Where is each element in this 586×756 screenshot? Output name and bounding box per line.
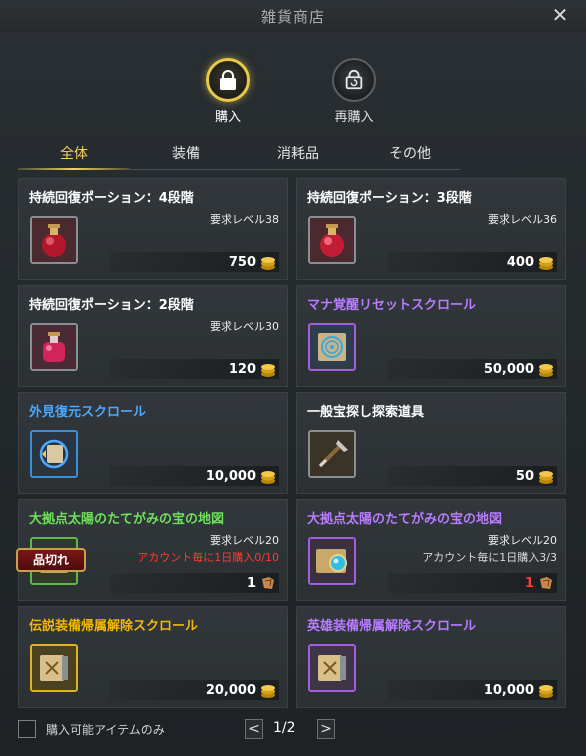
purchase-limit: アカウント毎に1日購入0/10 (137, 551, 279, 564)
item-name: 英雄装備帰属解除スクロール (307, 619, 477, 634)
mana-scroll-icon (308, 323, 356, 371)
item-price: 400 (506, 255, 534, 270)
gold-coin-icon (261, 257, 275, 270)
gold-coin-icon (539, 685, 553, 698)
item-price: 1 (524, 576, 534, 591)
map-token-icon (540, 577, 552, 589)
item-card[interactable]: 持続回復ポーション：4段階 要求レベル38 750 (18, 178, 288, 280)
item-name: 持続回復ポーション：4段階 (29, 191, 194, 206)
tab-other[interactable]: その他 (354, 142, 466, 170)
item-card[interactable]: 大拠点太陽のたてがみの宝の地図 要求レベル20 アカウント毎に1日購入3/3 1 (296, 499, 566, 601)
previous-page-button[interactable]: < (245, 719, 263, 739)
item-required-level: 要求レベル30 (210, 320, 279, 333)
item-required-level: 要求レベル38 (210, 213, 279, 226)
close-icon[interactable]: ✕ (550, 5, 570, 25)
gold-coin-icon (261, 685, 275, 698)
item-price: 50,000 (483, 362, 534, 377)
buy-mode-button[interactable]: 購入 (183, 58, 273, 125)
red-potion-icon (308, 216, 356, 264)
item-card[interactable]: 持続回復ポーション：3段階 要求レベル36 400 (296, 178, 566, 280)
window-title: 雑貨商店 (260, 8, 325, 26)
treasure-map-gem-icon (308, 537, 356, 585)
gold-coin-icon (261, 471, 275, 484)
title-bar: 雑貨商店 ✕ (0, 0, 586, 32)
item-card[interactable]: 持続回復ポーション：2段階 要求レベル30 120 (18, 285, 288, 387)
shop-window: 雑貨商店 ✕ 購入 再購入 全体 装備 消耗品 その他 持続回復ポーション：4段… (0, 0, 586, 756)
buy-mode-label: 購入 (214, 110, 241, 125)
tab-equipment[interactable]: 装備 (130, 142, 242, 170)
item-name: マナ覚醒リセットスクロール (307, 298, 477, 313)
item-price: 1 (246, 576, 256, 591)
red-potion-icon (30, 216, 78, 264)
sold-out-badge: 品切れ (16, 548, 86, 572)
rebuy-bag-icon (332, 58, 376, 102)
map-token-icon (262, 577, 274, 589)
purchase-limit: アカウント毎に1日購入3/3 (422, 551, 557, 564)
item-card[interactable]: 英雄装備帰属解除スクロール 10,000 (296, 606, 566, 708)
item-name: 外見復元スクロール (29, 405, 147, 420)
shovel-icon (308, 430, 356, 478)
item-name: 持続回復ポーション：2段階 (29, 298, 194, 313)
item-price: 50 (515, 469, 534, 484)
item-name: 持続回復ポーション：3段階 (307, 191, 472, 206)
gold-coin-icon (539, 471, 553, 484)
item-card[interactable]: 一般宝探し探索道具 50 (296, 392, 566, 494)
gold-coin-icon (539, 257, 553, 270)
item-name: 一般宝探し探索道具 (307, 405, 425, 420)
category-tabs: 全体 装備 消耗品 その他 (18, 142, 566, 170)
shopping-bag-icon (206, 58, 250, 102)
item-name: 大拠点太陽のたてがみの宝の地図 (307, 512, 503, 527)
gold-coin-icon (261, 364, 275, 377)
legendary-unbind-scroll-icon (30, 644, 78, 692)
item-card[interactable]: 外見復元スクロール 10,000 (18, 392, 288, 494)
item-price: 750 (228, 255, 256, 270)
item-required-level: 要求レベル20 (210, 534, 279, 547)
footer-bar: 購入可能アイテムのみ < 1/2 > (0, 706, 586, 756)
page-indicator: 1/2 (273, 720, 296, 736)
gold-coin-icon (539, 364, 553, 377)
rebuy-mode-label: 再購入 (334, 110, 374, 125)
rebuy-mode-button[interactable]: 再購入 (309, 58, 399, 125)
item-card[interactable]: 伝説装備帰属解除スクロール 20,000 (18, 606, 288, 708)
item-card[interactable]: マナ覚醒リセットスクロール 50,000 (296, 285, 566, 387)
item-name: 伝説装備帰属解除スクロール (29, 619, 199, 634)
purchasable-only-checkbox[interactable] (18, 720, 36, 738)
pink-potion-icon (30, 323, 78, 371)
item-price: 20,000 (205, 683, 256, 698)
item-required-level: 要求レベル36 (488, 213, 557, 226)
item-required-level: 要求レベル20 (488, 534, 557, 547)
item-price: 10,000 (483, 683, 534, 698)
hero-unbind-scroll-icon (308, 644, 356, 692)
purchasable-only-label: 購入可能アイテムのみ (46, 723, 165, 737)
item-price: 10,000 (205, 469, 256, 484)
next-page-button[interactable]: > (317, 719, 335, 739)
tab-consumables[interactable]: 消耗品 (242, 142, 354, 170)
item-name: 大拠点太陽のたてがみの宝の地図 (29, 512, 225, 527)
restore-scroll-icon (30, 430, 78, 478)
tab-all[interactable]: 全体 (18, 142, 130, 170)
item-price: 120 (228, 362, 256, 377)
